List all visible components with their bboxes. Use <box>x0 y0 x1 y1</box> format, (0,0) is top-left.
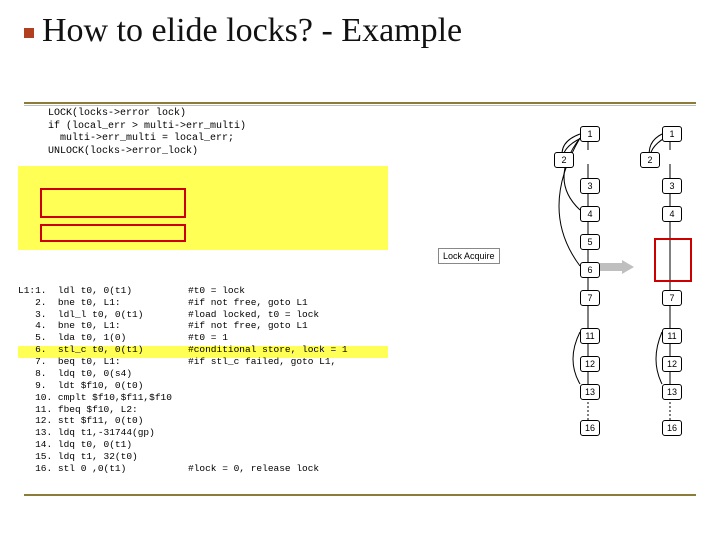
slide: How to elide locks? - Example LOCK(locks… <box>0 0 720 540</box>
asm-comment <box>188 427 702 439</box>
cfg-node: 2 <box>640 152 660 168</box>
highlight-lock-acquire <box>18 166 388 250</box>
cfg-node: 16 <box>580 420 600 436</box>
asm-comment <box>188 404 702 416</box>
asm-comment: #conditional store, lock = 1 <box>188 344 702 356</box>
cfg-node: 11 <box>580 328 600 344</box>
red-box-elided-nodes <box>654 238 692 282</box>
asm-comment <box>188 451 702 463</box>
cfg-node: 1 <box>580 126 600 142</box>
red-box-stl-c <box>40 224 186 242</box>
asm-op: L1:1. ldl t0, 0(t1) <box>18 285 188 297</box>
asm-comment <box>188 368 702 380</box>
cfg-node: 3 <box>662 178 682 194</box>
asm-op: 12. stt $f11, 0(t0) <box>18 415 188 427</box>
asm-comment: #if stl_c failed, goto L1, <box>188 356 702 368</box>
cfg-node: 13 <box>580 384 600 400</box>
asm-line: 15. ldq t1, 32(t0) <box>18 451 702 463</box>
cfg-node: 1 <box>662 126 682 142</box>
cfg-node: 4 <box>662 206 682 222</box>
asm-op: 6. stl_c t0, 0(t1) <box>18 344 188 356</box>
asm-op: 3. ldl_l t0, 0(t1) <box>18 309 188 321</box>
cfg-original: 1 2 3 4 5 6 7 11 12 13 16 <box>508 120 618 440</box>
asm-comment: #if not free, goto L1 <box>188 320 702 332</box>
cfg-node: 12 <box>580 356 600 372</box>
title-area: How to elide locks? - Example <box>24 12 696 106</box>
asm-comment: #load locked, t0 = lock <box>188 309 702 321</box>
cfg-node: 5 <box>580 234 600 250</box>
asm-op: 10. cmplt $f10,$f11,$f10 <box>18 392 188 404</box>
asm-op: 4. bne t0, L1: <box>18 320 188 332</box>
asm-comment: #t0 = 1 <box>188 332 702 344</box>
cfg-node: 12 <box>662 356 682 372</box>
asm-op: 11. fbeq $f10, L2: <box>18 404 188 416</box>
cfg-node: 7 <box>580 290 600 306</box>
lock-acquire-label: Lock Acquire <box>438 248 500 264</box>
cfg-node: 3 <box>580 178 600 194</box>
asm-op: 16. stl 0 ,0(t1) <box>18 463 188 475</box>
red-box-load-locked <box>40 188 186 218</box>
asm-comment <box>188 415 702 427</box>
cfg-node: 7 <box>662 290 682 306</box>
asm-line: 16. stl 0 ,0(t1)#lock = 0, release lock <box>18 463 702 475</box>
asm-comment <box>188 392 702 404</box>
asm-comment: #if not free, goto L1 <box>188 297 702 309</box>
cfg-node: 6 <box>580 262 600 278</box>
cfg-node: 4 <box>580 206 600 222</box>
asm-op: 8. ldq t0, 0(s4) <box>18 368 188 380</box>
asm-op: 15. ldq t1, 32(t0) <box>18 451 188 463</box>
title-bullet-icon <box>24 28 34 38</box>
asm-op: 13. ldq t1,-31744(gp) <box>18 427 188 439</box>
asm-comment <box>188 380 702 392</box>
title-text: How to elide locks? - Example <box>42 12 462 49</box>
asm-comment <box>188 439 702 451</box>
title-rule-shadow <box>24 105 696 106</box>
title-rule <box>24 102 696 104</box>
cfg-elided: 1 2 3 4 7 11 12 13 16 <box>630 120 700 440</box>
cfg-node: 13 <box>662 384 682 400</box>
asm-line: 14. ldq t0, 0(t1) <box>18 439 702 451</box>
bottom-rule <box>24 494 696 496</box>
asm-op: 14. ldq t0, 0(t1) <box>18 439 188 451</box>
cfg-node: 2 <box>554 152 574 168</box>
slide-title: How to elide locks? - Example <box>24 12 696 50</box>
cfg-original-edges <box>508 120 618 440</box>
asm-comment: #t0 = lock <box>188 285 702 297</box>
asm-op: 9. ldt $f10, 0(t0) <box>18 380 188 392</box>
asm-op: 7. beq t0, L1: <box>18 356 188 368</box>
arrow-icon <box>600 260 634 274</box>
cfg-node: 11 <box>662 328 682 344</box>
asm-op: 2. bne t0, L1: <box>18 297 188 309</box>
cfg-node: 16 <box>662 420 682 436</box>
asm-comment: #lock = 0, release lock <box>188 463 702 475</box>
asm-op: 5. lda t0, 1(0) <box>18 332 188 344</box>
